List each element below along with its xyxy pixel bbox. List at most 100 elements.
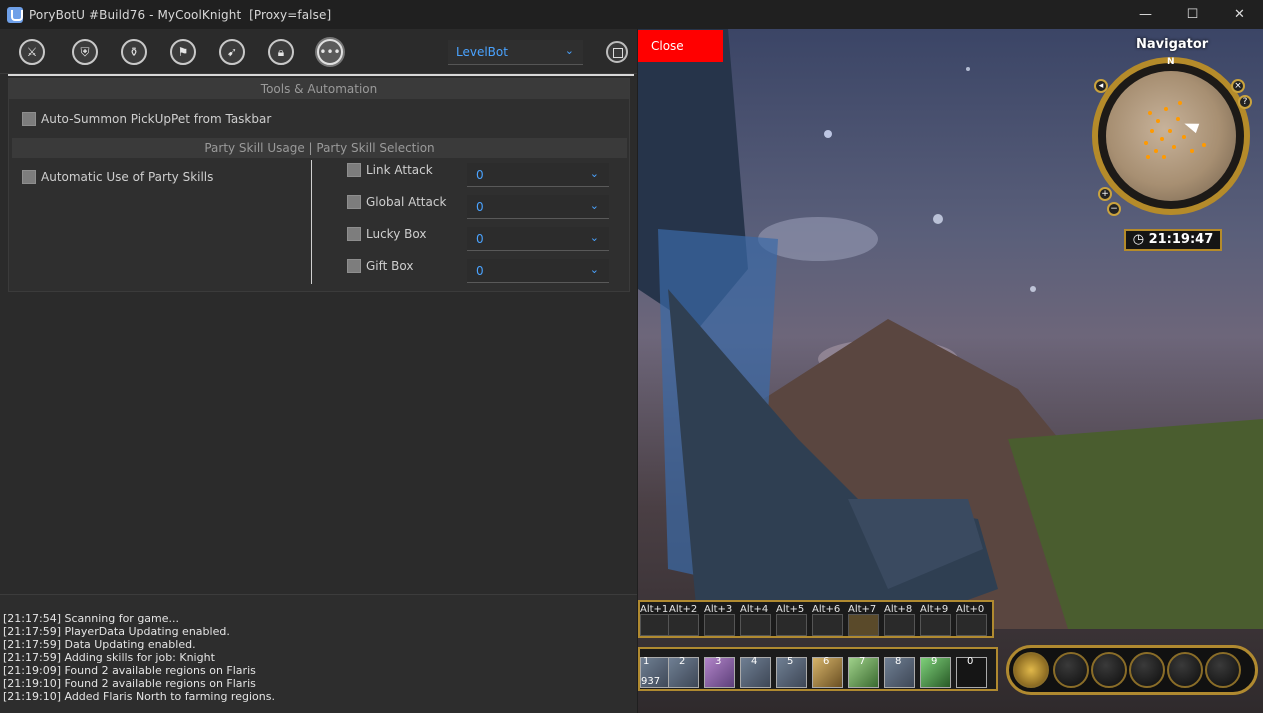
alt-slot[interactable] <box>704 614 735 636</box>
alt-slot[interactable] <box>956 614 987 636</box>
navigator-title: Navigator <box>1136 37 1209 52</box>
alt-hotbar: Alt+1 Alt+2 Alt+3 Alt+4 Alt+5 Alt+6 Alt+… <box>638 600 994 638</box>
close-window-button[interactable]: ✕ <box>1216 0 1263 29</box>
slot-number: 1 <box>643 656 650 667</box>
auto-summon-row[interactable]: Auto-Summon PickUpPet from Taskbar <box>22 112 271 126</box>
slot-count: 937 <box>641 676 661 687</box>
toolbar: ⚔ ⛨ ⚱ ⚑ ➹ 🔒︎ ••• LevelBot ⌄ <box>0 29 637 74</box>
shield-plus-icon[interactable]: ⛨ <box>72 39 98 65</box>
zoom-in-icon[interactable]: + <box>1098 187 1112 201</box>
potion-icon[interactable]: ⚱ <box>121 39 147 65</box>
lucky-box-label: Lucky Box <box>366 227 427 241</box>
gauge-orb <box>1091 652 1127 688</box>
gift-box-checkbox[interactable] <box>347 259 361 273</box>
gift-box-select[interactable]: 0 ⌄ <box>467 259 609 283</box>
alt-slot[interactable] <box>640 614 671 636</box>
global-attack-select[interactable]: 0 ⌄ <box>467 195 609 219</box>
select-value: 0 <box>476 168 484 182</box>
party-skill-header: Party Skill Usage | Party Skill Selectio… <box>12 138 627 158</box>
slot-number: 4 <box>751 656 758 667</box>
slot-number: 0 <box>967 656 974 667</box>
skill-slot[interactable]: 4 <box>740 656 771 688</box>
main-hotbar: 1 937 2 3 4 5 6 7 8 9 0 <box>638 647 998 691</box>
chevron-down-icon: ⌄ <box>564 44 574 57</box>
global-attack-checkbox[interactable] <box>347 195 361 209</box>
link-attack-checkbox[interactable] <box>347 163 361 177</box>
skill-slot[interactable]: 1 937 <box>640 656 671 688</box>
chevron-down-icon: ⌄ <box>589 231 599 244</box>
help-icon[interactable]: ? <box>1238 95 1252 109</box>
log-output[interactable]: [21:17:54] Scanning for game... [21:17:5… <box>0 594 637 713</box>
skill-slot[interactable]: 9 <box>920 656 951 688</box>
skill-slot[interactable]: 2 <box>668 656 699 688</box>
alt-slot[interactable] <box>884 614 915 636</box>
select-value: 0 <box>476 200 484 214</box>
more-icon[interactable]: ••• <box>317 39 343 65</box>
skill-slot[interactable]: 6 <box>812 656 843 688</box>
link-attack-select[interactable]: 0 ⌄ <box>467 163 609 187</box>
gauge-orb <box>1053 652 1089 688</box>
minimap-terrain <box>1106 71 1236 201</box>
auto-party-row[interactable]: Automatic Use of Party Skills <box>22 170 213 184</box>
alt-slot-axe[interactable] <box>848 614 879 636</box>
slot-number: 2 <box>679 656 686 667</box>
lock-icon[interactable]: 🔒︎ <box>268 39 294 65</box>
skill-slot[interactable]: 0 <box>956 656 987 688</box>
gauge-bar <box>1006 645 1258 695</box>
slot-number: 3 <box>715 656 722 667</box>
lucky-box-select[interactable]: 0 ⌄ <box>467 227 609 251</box>
currency-orb-icon[interactable] <box>1013 652 1049 688</box>
skill-slot[interactable]: 5 <box>776 656 807 688</box>
log-line: [21:17:54] Scanning for game... <box>3 612 180 625</box>
global-attack-label: Global Attack <box>366 195 447 209</box>
minimize-button[interactable]: — <box>1122 0 1169 29</box>
alt-slot[interactable] <box>668 614 699 636</box>
party-skill-row[interactable]: Gift Box <box>347 259 413 273</box>
title-bar: PoryBotU #Build76 - MyCoolKnight [Proxy=… <box>0 0 1263 29</box>
auto-summon-checkbox[interactable] <box>22 112 36 126</box>
log-line: [21:19:09] Found 2 available regions on … <box>3 664 256 677</box>
lucky-box-checkbox[interactable] <box>347 227 361 241</box>
bot-panel: ⚔ ⛨ ⚱ ⚑ ➹ 🔒︎ ••• LevelBot ⌄ Tools & Auto… <box>0 29 637 713</box>
slot-number: 8 <box>895 656 902 667</box>
auto-party-checkbox[interactable] <box>22 170 36 184</box>
mode-select-value: LevelBot <box>456 45 508 59</box>
alt-slot[interactable] <box>920 614 951 636</box>
window-title: PoryBotU #Build76 - MyCoolKnight [Proxy=… <box>29 7 332 22</box>
slot-number: 9 <box>931 656 938 667</box>
mode-select[interactable]: LevelBot ⌄ <box>448 40 583 65</box>
slot-number: 6 <box>823 656 830 667</box>
minimap-arrow-icon[interactable]: ◂ <box>1094 79 1108 93</box>
loot-icon[interactable]: ⚑ <box>170 39 196 65</box>
auto-summon-label: Auto-Summon PickUpPet from Taskbar <box>41 112 272 126</box>
link-attack-label: Link Attack <box>366 163 433 177</box>
auto-party-label: Automatic Use of Party Skills <box>41 170 214 184</box>
skill-slot[interactable]: 7 <box>848 656 879 688</box>
chip-icon[interactable] <box>606 41 628 63</box>
attack-icon[interactable]: ➹ <box>219 39 245 65</box>
party-skill-row[interactable]: Lucky Box <box>347 227 426 241</box>
game-clock: ◷ 21:19:47 <box>1124 229 1222 251</box>
tab-indicator <box>8 74 634 76</box>
chevron-down-icon: ⌄ <box>589 167 599 180</box>
alt-slot[interactable] <box>812 614 843 636</box>
skill-slot[interactable]: 3 <box>704 656 735 688</box>
minimap-navigator: Navigator N ◂ × ? + − ◷ 21:19:47 <box>1086 37 1256 257</box>
maximize-button[interactable]: ☐ <box>1169 0 1216 29</box>
minimap-close-icon[interactable]: × <box>1231 79 1245 93</box>
zoom-out-icon[interactable]: − <box>1107 202 1121 216</box>
compass-north-label: N <box>1167 57 1175 67</box>
close-overlay-button[interactable]: Close <box>638 30 723 62</box>
alt-slot[interactable] <box>776 614 807 636</box>
gauge-orb <box>1129 652 1165 688</box>
sword-icon[interactable]: ⚔ <box>19 39 45 65</box>
column-divider <box>311 160 312 284</box>
game-view[interactable]: Close Navigator N ◂ × ? + − ◷ 21:19:47 A… <box>638 29 1263 713</box>
alt-slot[interactable] <box>740 614 771 636</box>
log-line: [21:17:59] Data Updating enabled. <box>3 638 196 651</box>
party-skill-row[interactable]: Global Attack <box>347 195 446 209</box>
minimap[interactable] <box>1092 57 1250 215</box>
clock-value: 21:19:47 <box>1148 232 1214 247</box>
skill-slot[interactable]: 8 <box>884 656 915 688</box>
party-skill-row[interactable]: Link Attack <box>347 163 433 177</box>
